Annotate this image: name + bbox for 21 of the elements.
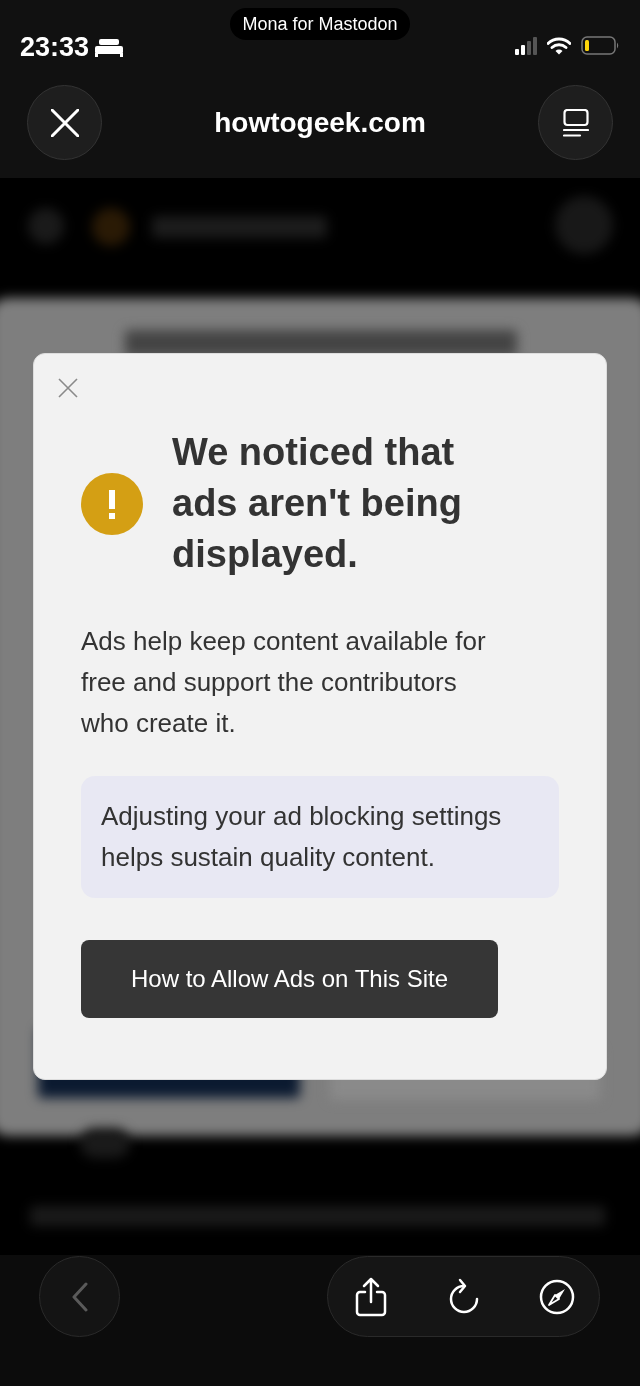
- allow-ads-button[interactable]: How to Allow Ads on This Site: [81, 940, 498, 1018]
- bed-icon: [95, 39, 124, 57]
- dialog-close-button[interactable]: [57, 377, 79, 399]
- dialog-title: We noticed that ads aren't being displayed.: [172, 430, 463, 577]
- share-icon: [355, 1276, 387, 1317]
- warning-icon: [81, 472, 143, 535]
- reader-icon: [562, 108, 589, 137]
- status-time: 23:33: [20, 32, 90, 62]
- app-indicator-pill[interactable]: Mona for Mastodon: [230, 8, 410, 40]
- signal-icon: [515, 36, 537, 55]
- battery-icon: [581, 36, 620, 55]
- share-button[interactable]: [354, 1276, 388, 1317]
- close-icon: [50, 108, 79, 137]
- compass-icon: [539, 1278, 575, 1315]
- info-note: Adjusting your ad blocking settings helps sustain quality content.: [81, 776, 559, 898]
- reload-icon: [447, 1277, 480, 1316]
- site-address: howtogeek.com: [214, 106, 426, 140]
- dialog-message: Ads help keep content available for free and support the contributors who create it.: [81, 625, 487, 740]
- wifi-icon: [547, 36, 571, 55]
- compass-button[interactable]: [539, 1278, 575, 1315]
- close-icon: [58, 378, 78, 398]
